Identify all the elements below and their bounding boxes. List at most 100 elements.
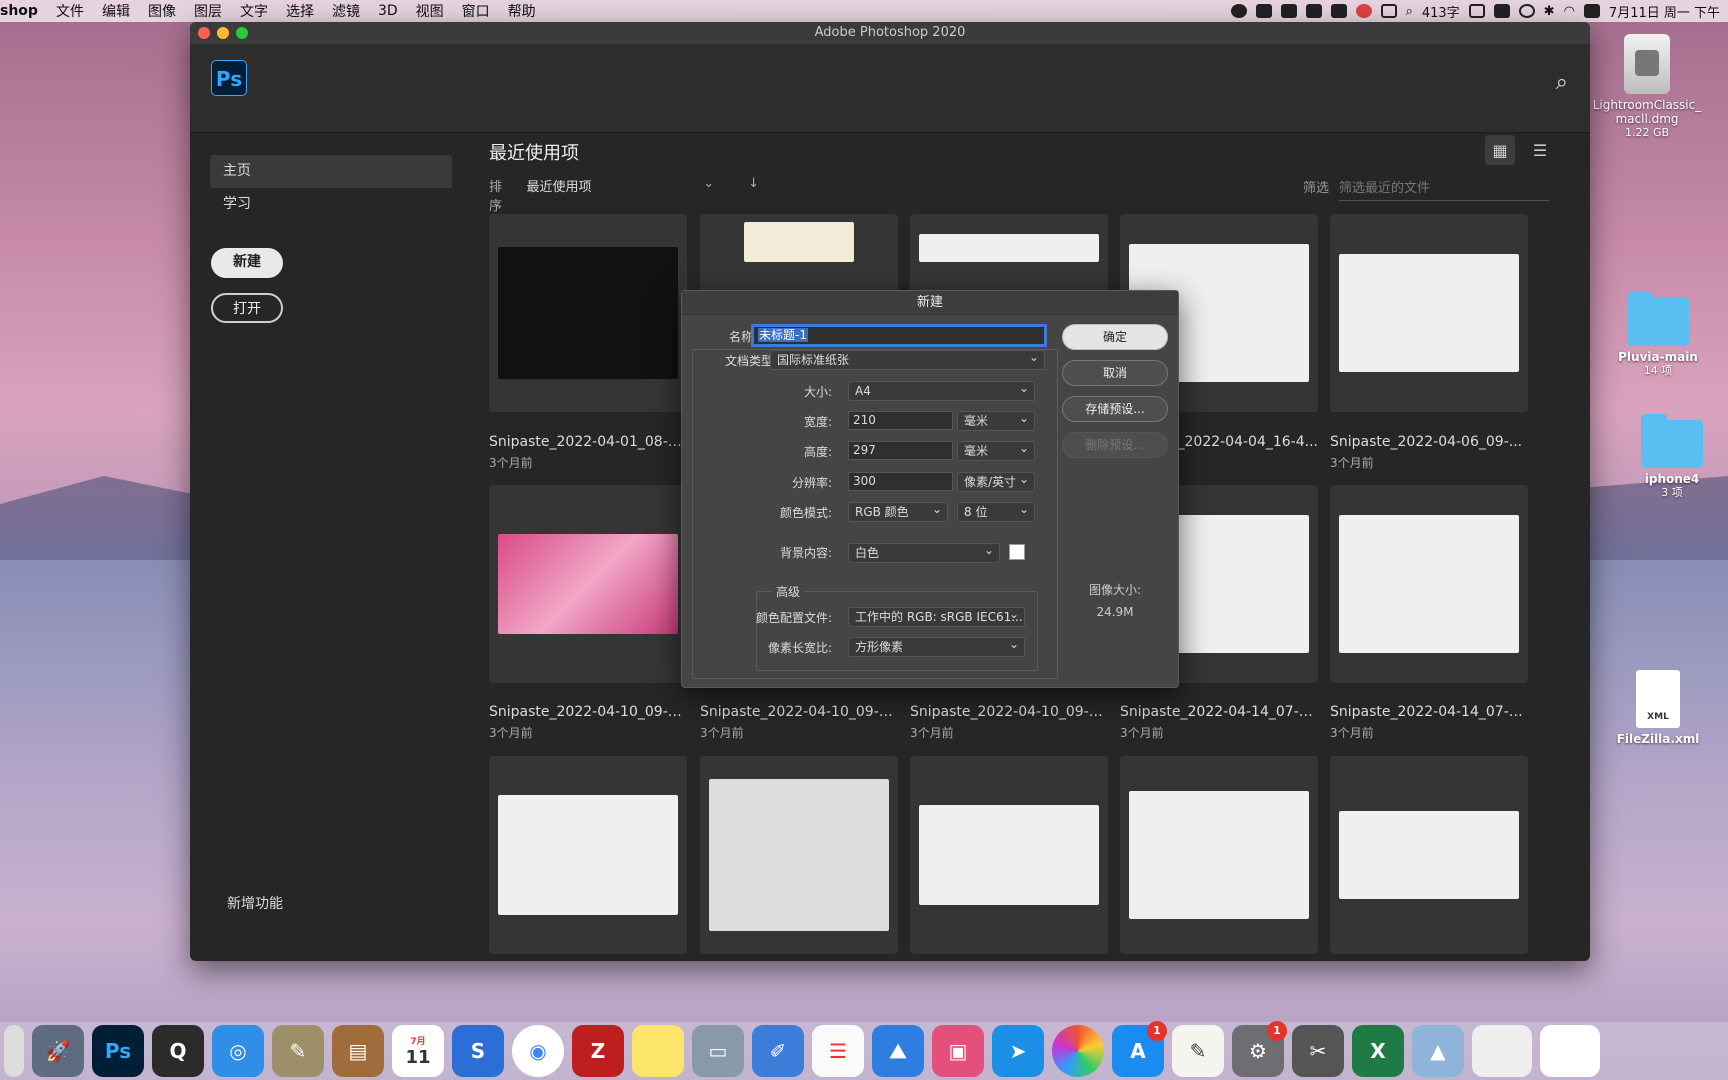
app-status-icon[interactable] <box>1255 4 1272 18</box>
resolution-field[interactable]: 300 <box>848 472 953 491</box>
layout-status-icon[interactable] <box>1330 4 1347 18</box>
menu-select[interactable]: 选择 <box>277 1 323 21</box>
printer-icon[interactable]: ▭ <box>692 1025 744 1077</box>
desktop-item-pluvia-main[interactable]: Pluvia-main 14 项 <box>1598 292 1718 378</box>
grid-view-icon[interactable]: ▦ <box>1485 135 1515 165</box>
record-status-icon[interactable] <box>1355 4 1372 18</box>
launchpad-icon[interactable]: 🚀 <box>32 1025 84 1077</box>
menu-app-name[interactable]: shop <box>0 3 47 19</box>
file-card[interactable] <box>1330 214 1528 412</box>
height-unit-select[interactable]: 毫米 <box>957 439 1035 461</box>
filter-input[interactable]: 筛选最近的文件 <box>1339 177 1549 201</box>
menu-type[interactable]: 文字 <box>231 1 277 21</box>
monodraw-icon[interactable]: ⛰ <box>872 1025 924 1077</box>
snipaste-menu-icon[interactable] <box>1583 4 1600 18</box>
system-preferences-icon[interactable]: ⚙ 1 <box>1232 1021 1287 1077</box>
doctype-select[interactable]: 国际标准纸张 <box>770 348 1045 370</box>
pen-status-icon[interactable] <box>1305 4 1322 18</box>
filezilla-icon[interactable]: Z <box>572 1025 624 1077</box>
delete-preset-button[interactable]: 删除预设... <box>1062 432 1168 458</box>
notes-icon[interactable] <box>632 1025 684 1077</box>
recent-document-icon[interactable] <box>1472 1025 1532 1077</box>
excel-icon[interactable]: X <box>1352 1025 1404 1077</box>
file-card[interactable] <box>1330 485 1528 683</box>
quicktime-icon[interactable]: Q <box>152 1025 204 1077</box>
finder-icon[interactable] <box>4 1025 24 1077</box>
app-store-icon[interactable]: A1 <box>1112 1021 1167 1077</box>
safari-icon[interactable]: ◎ <box>212 1025 264 1077</box>
preview-icon[interactable]: ✎ <box>272 1025 324 1077</box>
resolution-unit-select[interactable]: 像素/英寸 <box>957 470 1035 492</box>
new-features-link[interactable]: 新增功能 <box>227 893 283 913</box>
sort-direction-icon[interactable]: ↓ <box>748 176 759 214</box>
sidebar-item-learn[interactable]: 学习 <box>210 188 452 221</box>
spotlight-icon[interactable]: ⌕ <box>1406 4 1413 19</box>
chevron-down-icon[interactable]: ⌄ <box>703 176 714 214</box>
search-icon[interactable]: ⌕ <box>1556 70 1568 95</box>
bluetooth-icon[interactable]: ✱ <box>1544 4 1555 19</box>
menu-filter[interactable]: 滤镜 <box>323 1 369 21</box>
time-machine-icon[interactable] <box>1518 4 1535 18</box>
reminders-icon[interactable]: ☰ <box>812 1025 864 1077</box>
clock[interactable]: 7月11日 周一 下午 <box>1609 2 1720 21</box>
desktop-item-lightroom-dmg[interactable]: LightroomClassic_ macll.dmg 1.22 GB <box>1587 34 1707 140</box>
bitdepth-select[interactable]: 8 位 <box>957 500 1035 522</box>
photos-icon[interactable] <box>1052 1025 1104 1077</box>
snipaste-icon[interactable]: S <box>452 1025 504 1077</box>
downloads-stack-icon[interactable] <box>1540 1025 1600 1077</box>
cancel-button[interactable]: 取消 <box>1062 360 1168 386</box>
menu-image[interactable]: 图像 <box>139 1 185 21</box>
file-card[interactable] <box>489 756 687 954</box>
colormode-select[interactable]: RGB 颜色 <box>848 500 948 522</box>
menu-window[interactable]: 窗口 <box>453 1 499 21</box>
file-card[interactable] <box>489 485 687 683</box>
wifi-icon[interactable]: ◠ <box>1564 4 1575 19</box>
creative-cloud-icon[interactable] <box>1230 4 1247 18</box>
menu-layer[interactable]: 图层 <box>185 1 231 21</box>
sort-select[interactable]: 最近使用项 <box>527 176 690 214</box>
image-viewer-icon[interactable]: ▲ <box>1412 1025 1464 1077</box>
xcode-icon[interactable]: ✐ <box>752 1025 804 1077</box>
chrome-icon[interactable]: ◉ <box>512 1025 564 1077</box>
width-field[interactable]: 210 <box>848 411 953 430</box>
contacts-icon[interactable]: ▤ <box>332 1025 384 1077</box>
cleanmymac-icon[interactable]: ▣ <box>932 1025 984 1077</box>
notification-icon[interactable] <box>1493 4 1510 18</box>
color-profile-select[interactable]: 工作中的 RGB: sRGB IEC61... <box>848 607 1025 627</box>
file-card[interactable] <box>700 756 898 954</box>
calendar-icon[interactable]: 7月 11 <box>392 1025 444 1077</box>
zoom-icon[interactable] <box>236 27 248 39</box>
name-field[interactable]: 未标题-1 <box>753 326 1045 345</box>
desktop-item-iphone4[interactable]: iphone4 3 项 <box>1612 414 1728 500</box>
size-select[interactable]: A4 <box>848 379 1035 401</box>
height-field[interactable]: 297 <box>848 441 953 460</box>
desktop-item-filezilla-xml[interactable]: XML FileZilla.xml <box>1598 670 1718 746</box>
list-view-icon[interactable]: ☰ <box>1525 135 1555 165</box>
input-method-icon[interactable] <box>1468 4 1485 18</box>
file-card[interactable] <box>1330 756 1528 954</box>
final-cut-icon[interactable]: ✂ <box>1292 1025 1344 1077</box>
pixel-aspect-select[interactable]: 方形像素 <box>848 635 1025 657</box>
save-preset-button[interactable]: 存储预设... <box>1062 396 1168 422</box>
close-icon[interactable] <box>198 27 210 39</box>
feishu-icon[interactable]: ➤ <box>992 1025 1044 1077</box>
file-card[interactable] <box>489 214 687 412</box>
menu-view[interactable]: 视图 <box>407 1 453 21</box>
file-card[interactable] <box>1120 756 1318 954</box>
photoshop-dock-icon[interactable]: Ps <box>92 1025 144 1077</box>
minimize-icon[interactable] <box>217 27 229 39</box>
menu-help[interactable]: 帮助 <box>499 1 545 21</box>
menu-edit[interactable]: 编辑 <box>93 1 139 21</box>
width-unit-select[interactable]: 毫米 <box>957 409 1035 431</box>
background-color-swatch[interactable] <box>1009 544 1025 560</box>
background-select[interactable]: 白色 <box>848 541 1000 563</box>
file-card[interactable] <box>910 756 1108 954</box>
textedit-icon[interactable]: ✎ <box>1172 1025 1224 1077</box>
camera-status-icon[interactable] <box>1380 4 1397 18</box>
snipaste-status-icon[interactable] <box>1280 4 1297 18</box>
new-button[interactable]: 新建 <box>211 248 283 278</box>
ok-button[interactable]: 确定 <box>1062 324 1168 350</box>
menu-3d[interactable]: 3D <box>369 3 407 19</box>
sidebar-item-home[interactable]: 主页 <box>210 155 452 188</box>
menu-file[interactable]: 文件 <box>47 1 93 21</box>
